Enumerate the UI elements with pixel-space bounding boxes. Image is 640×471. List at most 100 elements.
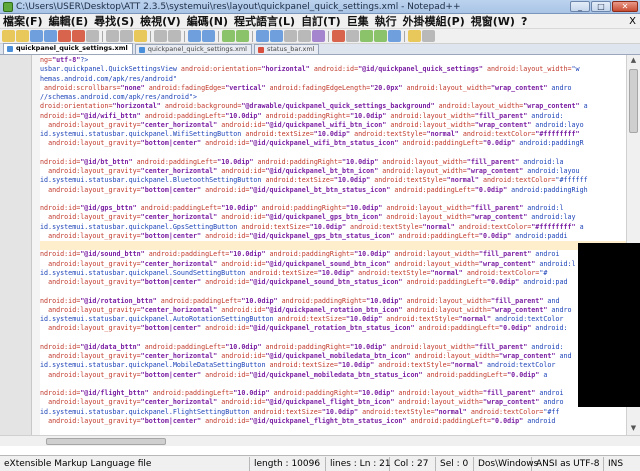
undo-icon[interactable] xyxy=(154,30,167,42)
code-line[interactable]: 16 xyxy=(40,195,626,204)
code-line[interactable]: 15 android:layout_gravity="bottom|center… xyxy=(40,186,626,195)
code-line[interactable]: 34id.systemui.statusbar.quickpanel.Mobil… xyxy=(40,361,626,370)
plugin-icon[interactable] xyxy=(408,30,421,42)
save-icon[interactable] xyxy=(30,30,43,42)
code-line[interactable]: 38 android:layout_gravity="center_horizo… xyxy=(40,398,626,407)
new-file-icon[interactable] xyxy=(2,30,15,42)
scroll-up-icon[interactable]: ▲ xyxy=(629,56,638,66)
code-line[interactable]: 6droid:orientation="horizontal" android:… xyxy=(40,102,626,111)
record-macro-icon[interactable] xyxy=(332,30,345,42)
code-line[interactable]: 22ndroid:id="@id/sound_bttn" android:pad… xyxy=(40,250,626,259)
close-all-icon[interactable] xyxy=(72,30,85,42)
code-line[interactable]: 24id.systemui.statusbar.quickpanel.Sound… xyxy=(40,269,626,278)
code-line[interactable]: 17ndroid:id="@id/gps_bttn" android:paddi… xyxy=(40,204,626,213)
code-line[interactable]: 3hemas.android.com/apk/res/android" xyxy=(40,75,626,84)
menu-window[interactable]: 視窗(W) xyxy=(468,13,518,29)
menu-plugins[interactable]: 外掛模組(P) xyxy=(400,13,468,29)
tab-status-bar[interactable]: status_bar.xml xyxy=(254,44,320,54)
code-line[interactable]: 35 android:layout_gravity="bottom|center… xyxy=(40,371,626,380)
menu-settings[interactable]: 自訂(T) xyxy=(298,13,344,29)
code-line[interactable]: 23 android:layout_gravity="center_horizo… xyxy=(40,260,626,269)
code-line[interactable]: 33 android:layout_gravity="center_horizo… xyxy=(40,352,626,361)
code-line[interactable]: 7ndroid:id="@id/wifi_bttn" android:paddi… xyxy=(40,112,626,121)
open-file-icon[interactable] xyxy=(16,30,29,42)
tab-quickpanel-quick-settings-active[interactable]: quickpanel_quick_settings.xml xyxy=(3,43,133,54)
zoom-out-icon[interactable] xyxy=(236,30,249,42)
paste-icon[interactable] xyxy=(134,30,147,42)
menu-view[interactable]: 檢視(V) xyxy=(137,13,184,29)
code-line[interactable]: 18 android:layout_gravity="center_horizo… xyxy=(40,213,626,222)
code-line[interactable]: 37ndroid:id="@id/flight_bttn" android:pa… xyxy=(40,389,626,398)
code-view[interactable]: 1ng="utf-8"?>2usbar.quickpanel.QuickSett… xyxy=(40,56,626,444)
code-line[interactable]: 4 android:scrollbars="none" android:fadi… xyxy=(40,84,626,93)
tab-quickpanel-quick-settings[interactable]: quickpanel_quick_settings.xml xyxy=(134,44,252,54)
play-macro-icon[interactable] xyxy=(360,30,373,42)
sync-horizontal-icon[interactable] xyxy=(270,30,283,42)
cut-icon[interactable] xyxy=(106,30,119,42)
code-line[interactable]: 11 xyxy=(40,149,626,158)
copy-icon[interactable] xyxy=(120,30,133,42)
word-wrap-icon[interactable] xyxy=(284,30,297,42)
code-line[interactable]: 1ng="utf-8"?> xyxy=(40,56,626,65)
save-macro-icon[interactable] xyxy=(388,30,401,42)
minimize-button[interactable]: _ xyxy=(570,1,590,12)
close-file-icon[interactable] xyxy=(58,30,71,42)
find-icon[interactable] xyxy=(188,30,201,42)
stop-macro-icon[interactable] xyxy=(346,30,359,42)
code-line[interactable]: 28 android:layout_gravity="center_horizo… xyxy=(40,306,626,315)
code-line[interactable]: 19id.systemui.statusbar.quickpanel.GpsSe… xyxy=(40,223,626,232)
menu-search[interactable]: 尋找(S) xyxy=(91,13,137,29)
code-line[interactable]: 12ndroid:id="@id/bt_bttn" android:paddin… xyxy=(40,158,626,167)
code-text: id.systemui.statusbar.quickpanel.MobileD… xyxy=(40,361,556,370)
fold-margin[interactable] xyxy=(32,55,40,446)
code-line[interactable]: 8 android:layout_gravity="center_horizon… xyxy=(40,121,626,130)
save-all-icon[interactable] xyxy=(44,30,57,42)
code-line[interactable]: 10 android:layout_gravity="bottom|center… xyxy=(40,139,626,148)
plugin-icon-2[interactable] xyxy=(422,30,435,42)
notepadpp-app-icon xyxy=(3,1,13,12)
code-line[interactable]: 40 android:layout_gravity="bottom|center… xyxy=(40,417,626,426)
menu-macro[interactable]: 巨集 xyxy=(344,13,372,29)
code-line[interactable]: 27ndroid:id="@id/rotation_bttn" android:… xyxy=(40,297,626,306)
code-line[interactable]: 31 xyxy=(40,334,626,343)
horizontal-scrollbar[interactable] xyxy=(0,435,640,446)
code-line[interactable]: 32ndroid:id="@id/data_bttn" android:padd… xyxy=(40,343,626,352)
menu-language[interactable]: 程式語言(L) xyxy=(231,13,298,29)
replace-icon[interactable] xyxy=(202,30,215,42)
run-macro-multiple-icon[interactable] xyxy=(374,30,387,42)
code-line[interactable]: 25 android:layout_gravity="bottom|center… xyxy=(40,278,626,287)
menu-edit[interactable]: 編輯(E) xyxy=(46,13,92,29)
close-document-button[interactable]: X xyxy=(629,16,640,27)
code-line[interactable]: 20 android:layout_gravity="bottom|center… xyxy=(40,232,626,241)
code-line[interactable]: 29id.systemui.statusbar.quickpanel.AutoR… xyxy=(40,315,626,324)
scroll-down-icon[interactable]: ▼ xyxy=(629,424,638,434)
menu-file[interactable]: 檔案(F) xyxy=(0,13,46,29)
close-button[interactable]: ✕ xyxy=(612,1,638,12)
zoom-in-icon[interactable] xyxy=(222,30,235,42)
code-line[interactable]: 13 android:layout_gravity="center_horizo… xyxy=(40,167,626,176)
code-text: android:layout_gravity="bottom|center" a… xyxy=(48,278,568,286)
code-line[interactable]: 9id.systemui.statusbar.quickpanel.WifiSe… xyxy=(40,130,626,139)
vertical-scroll-thumb[interactable] xyxy=(629,69,638,133)
menu-help[interactable]: ? xyxy=(518,15,530,28)
menu-encoding[interactable]: 編碼(N) xyxy=(184,13,231,29)
code-line[interactable]: 14id.systemui.statusbar.quickpanel.Bluet… xyxy=(40,176,626,185)
code-line[interactable]: 2usbar.quickpanel.QuickSettingsView andr… xyxy=(40,65,626,74)
code-line[interactable]: 30 android:layout_gravity="bottom|center… xyxy=(40,324,626,333)
redo-icon[interactable] xyxy=(168,30,181,42)
code-line[interactable]: 36 xyxy=(40,380,626,389)
indent-guide-icon[interactable] xyxy=(312,30,325,42)
editor-area[interactable]: 1ng="utf-8"?>2usbar.quickpanel.QuickSett… xyxy=(0,55,640,446)
horizontal-scroll-thumb[interactable] xyxy=(46,438,166,445)
show-all-chars-icon[interactable] xyxy=(298,30,311,42)
code-line[interactable]: 39id.systemui.statusbar.quickpanel.Fligh… xyxy=(40,408,626,417)
sync-vertical-icon[interactable] xyxy=(256,30,269,42)
maximize-button[interactable]: □ xyxy=(591,1,611,12)
code-line[interactable]: 26 xyxy=(40,287,626,296)
toolbar-separator xyxy=(218,30,219,42)
code-line[interactable]: 5//schemas.android.com/apk/res/android"> xyxy=(40,93,626,102)
tab-label: status_bar.xml xyxy=(267,45,315,53)
print-icon[interactable] xyxy=(86,30,99,42)
code-line[interactable]: 21 xyxy=(40,241,626,251)
menu-run[interactable]: 執行 xyxy=(372,13,400,29)
